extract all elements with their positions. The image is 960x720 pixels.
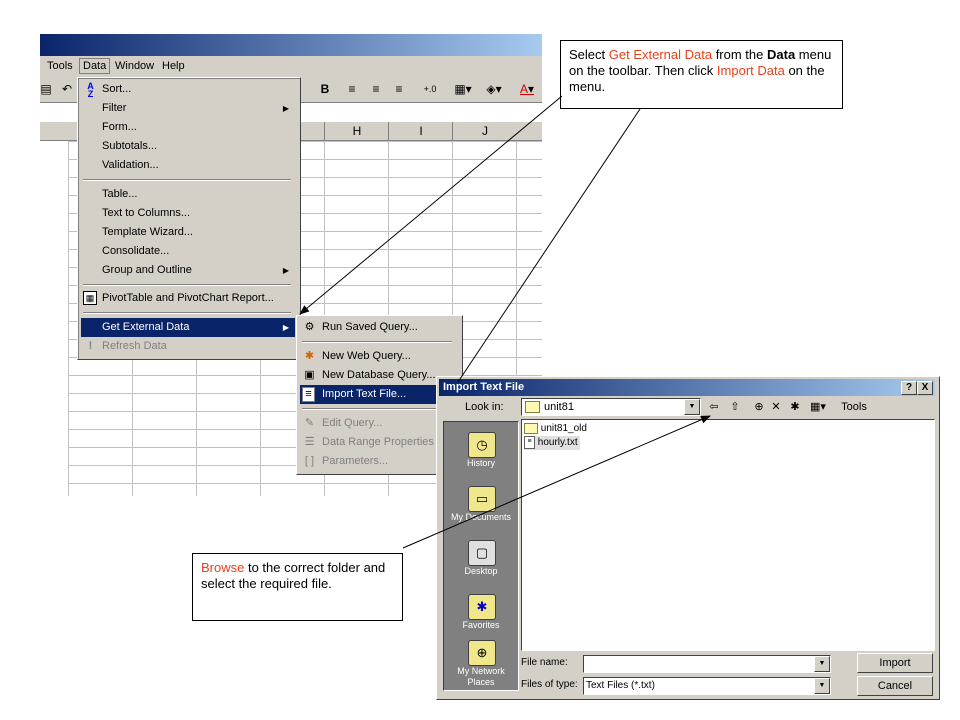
callout-arrows	[299, 95, 711, 549]
arrow-to-look-in	[402, 415, 711, 549]
arrow-to-import-text-file	[457, 108, 641, 383]
arrow-to-get-external-data	[299, 95, 563, 315]
